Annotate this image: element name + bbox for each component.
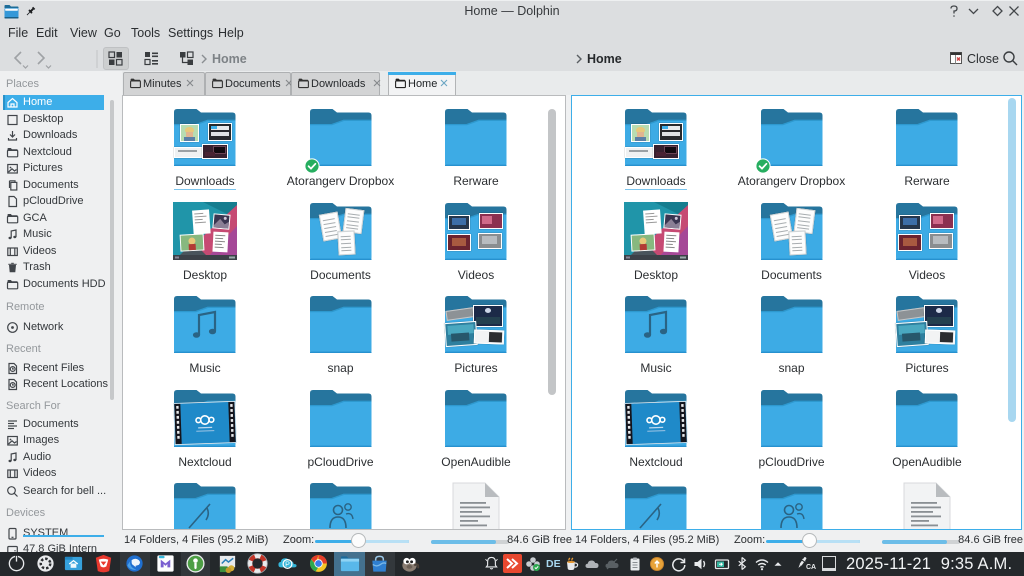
svg-text:P: P — [285, 561, 290, 569]
